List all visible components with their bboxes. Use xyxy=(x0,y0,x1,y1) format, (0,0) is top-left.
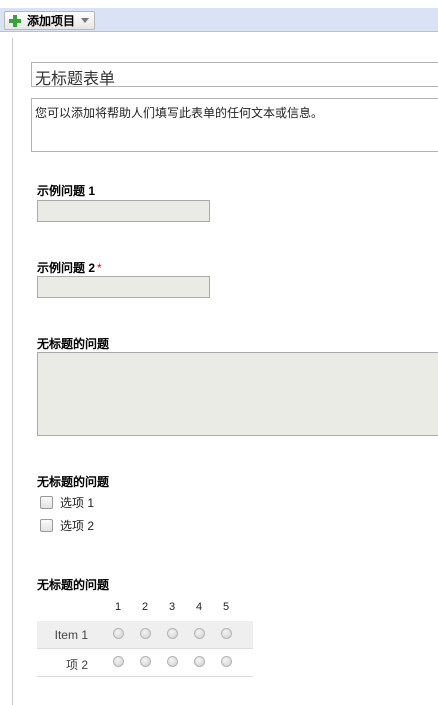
add-item-button[interactable]: 添加项目 xyxy=(4,11,96,30)
toolbar-bar: 添加项目 xyxy=(0,8,438,32)
question-label-4: 无标题的问题 xyxy=(37,475,110,489)
grid-radio[interactable] xyxy=(221,656,232,667)
required-marker: * xyxy=(97,261,102,275)
grid-radio[interactable] xyxy=(194,628,205,639)
question-label-3: 无标题的问题 xyxy=(37,337,110,351)
chevron-down-icon[interactable] xyxy=(81,18,90,23)
checkbox-option-1[interactable]: 选项 1 xyxy=(40,494,94,511)
grid-radio[interactable] xyxy=(113,628,124,639)
question-label-5: 无标题的问题 xyxy=(37,578,110,592)
grid-column-header: 2 xyxy=(141,601,149,613)
question-label-text: 示例问题 1 xyxy=(37,184,96,198)
grid-radio[interactable] xyxy=(167,628,178,639)
grid-radio[interactable] xyxy=(140,656,151,667)
plus-icon xyxy=(9,14,21,27)
grid-row-label: 项 2 xyxy=(65,658,88,672)
grid-column-header: 5 xyxy=(222,601,230,613)
question-label-text: 示例问题 2 xyxy=(37,261,96,275)
grid-row-label: Item 1 xyxy=(54,628,88,642)
paragraph-answer-input[interactable] xyxy=(37,352,438,436)
grid-radio[interactable] xyxy=(167,656,178,667)
checkbox[interactable] xyxy=(40,496,53,509)
grid-row-1: Item 1 xyxy=(37,621,253,649)
checkbox-label: 选项 2 xyxy=(60,519,95,533)
text-answer-input-1[interactable] xyxy=(37,200,210,222)
grid-column-header: 3 xyxy=(168,601,176,613)
left-divider xyxy=(12,38,13,705)
grid-radio[interactable] xyxy=(194,656,205,667)
grid-row-2: 项 2 xyxy=(37,649,253,677)
grid-radio[interactable] xyxy=(113,656,124,667)
question-label-1: 示例问题 1 xyxy=(37,182,95,199)
form-title-input[interactable]: 无标题表单 xyxy=(31,62,438,88)
form-description-input[interactable]: 您可以添加将帮助人们填写此表单的任何文本或信息。 xyxy=(31,98,438,152)
grid-column-header: 4 xyxy=(195,601,203,613)
grid-radio[interactable] xyxy=(140,628,151,639)
checkbox-option-2[interactable]: 选项 2 xyxy=(40,517,94,534)
grid-radio[interactable] xyxy=(221,628,232,639)
checkbox-label: 选项 1 xyxy=(60,496,95,510)
checkbox[interactable] xyxy=(40,519,53,532)
question-label-2: 示例问题 2 * xyxy=(37,259,102,276)
add-item-label: 添加项目 xyxy=(27,14,76,28)
text-answer-input-2[interactable] xyxy=(37,276,210,298)
toolbar: 添加项目 xyxy=(0,0,438,37)
grid-column-header: 1 xyxy=(114,601,122,613)
